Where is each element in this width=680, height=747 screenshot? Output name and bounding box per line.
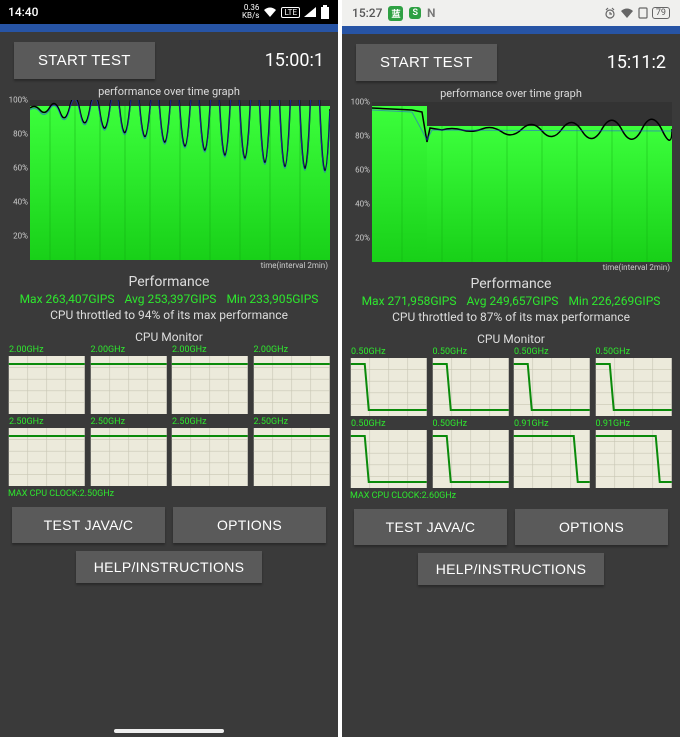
cpu-core-cell: 2.50GHz [8,418,86,486]
test-java-button[interactable]: TEST JAVA/C [354,509,507,545]
wifi-icon [620,7,634,19]
phone-right: 15:27 蓝 S N 79 START TEST 15:11: [342,0,680,737]
cpu-core-cell: 0.91GHz [513,420,591,488]
graph-title: performance over time graph [342,87,680,100]
performance-heading: Performance [0,274,338,290]
perf-chart-svg [372,102,672,262]
cpu-core-clock: 0.91GHz [514,419,549,429]
cpu-core-clock: 2.50GHz [172,417,207,427]
throttle-text: CPU throttled to 87% of its max performa… [342,310,680,324]
cpu-core-cell: 2.50GHz [171,418,249,486]
stat-max: Max 263,407GIPS [20,292,115,306]
cpu-core-cell: 0.50GHz [513,348,591,416]
statusbar-right: 15:27 蓝 S N 79 [342,0,680,26]
status-time: 15:27 [352,6,382,20]
throttle-text: CPU throttled to 94% of its max performa… [0,308,338,322]
performance-stats: Max 271,958GIPS Avg 249,657GIPS Min 226,… [342,294,680,308]
cpu-core-clock: 2.00GHz [91,345,126,355]
start-test-button[interactable]: START TEST [14,42,155,79]
cpu-core-cell: 2.50GHz [90,418,168,486]
screenshot-comparison: 14:40 0.36KB/s LTE START TEST [0,0,680,747]
options-button[interactable]: OPTIONS [173,507,326,543]
volte-icon [638,7,648,19]
timer-display: 15:00:1 [265,50,324,71]
cpu-core-clock: 0.50GHz [433,419,468,429]
cpu-core-clock: 0.50GHz [351,347,386,357]
cpu-core-cell: 0.50GHz [432,348,510,416]
status-badge-1: 蓝 [388,6,403,21]
cpu-core-cell: 2.50GHz [253,418,331,486]
start-test-button[interactable]: START TEST [356,44,497,81]
cpu-core-cell: 0.50GHz [350,420,428,488]
statusbar-left: 14:40 0.36KB/s LTE [0,0,338,24]
cpu-monitor-heading: CPU Monitor [342,332,680,346]
cpu-core-cell: 0.91GHz [595,420,673,488]
cpu-core-cell: 2.00GHz [90,346,168,414]
battery-level: 79 [652,7,670,19]
appbar [0,24,338,32]
cpu-grid-left: 2.00GHz 2.00GHz 2.00GHz 2.00GHz 2.50GHz 2.50G… [0,344,338,488]
stat-avg: Avg 249,657GIPS [466,294,558,308]
cpu-core-clock: 2.00GHz [9,345,44,355]
lte-icon: LTE [281,7,300,18]
xaxis-label: time(interval 2min) [350,263,670,272]
cpu-core-cell: 0.50GHz [350,348,428,416]
test-java-button[interactable]: TEST JAVA/C [12,507,165,543]
cpu-core-clock: 0.50GHz [433,347,468,357]
yaxis: 100% 80% 60% 40% 20% [350,102,372,272]
stat-max: Max 271,958GIPS [362,294,457,308]
cpu-core-clock: 0.50GHz [514,347,549,357]
phone-left: 14:40 0.36KB/s LTE START TEST [0,0,338,737]
alarm-icon [604,7,616,19]
appbar [342,26,680,34]
performance-stats: Max 263,407GIPS Avg 253,397GIPS Min 233,… [0,292,338,306]
net-rate: 0.36KB/s [242,4,259,20]
options-button[interactable]: OPTIONS [515,509,668,545]
cpu-core-clock: 2.50GHz [254,417,289,427]
cpu-core-cell: 2.00GHz [8,346,86,414]
stat-min: Min 226,269GIPS [568,294,660,308]
battery-icon [320,5,330,19]
cpu-core-clock: 2.00GHz [254,345,289,355]
cpu-core-cell: 0.50GHz [595,348,673,416]
home-indicator[interactable] [114,729,224,733]
cpu-core-clock: 2.50GHz [9,417,44,427]
help-button[interactable]: HELP/INSTRUCTIONS [418,553,605,585]
stat-avg: Avg 253,397GIPS [124,292,216,306]
status-n-label: N [427,6,436,20]
cpu-core-clock: 0.50GHz [351,419,386,429]
max-cpu-clock: MAX CPU CLOCK:2.50GHz [0,489,338,499]
cpu-core-cell: 2.00GHz [253,346,331,414]
stat-min: Min 233,905GIPS [226,292,318,306]
cpu-core-cell: 2.00GHz [171,346,249,414]
max-cpu-clock: MAX CPU CLOCK:2.60GHz [342,491,680,501]
cpu-grid-right: 0.50GHz 0.50GHz 0.50GHz 0.50GHz 0.50GHz 0.50G… [342,346,680,490]
cpu-core-clock: 2.50GHz [91,417,126,427]
timer-display: 15:11:2 [607,52,666,73]
cpu-core-cell: 0.50GHz [432,420,510,488]
graph-title: performance over time graph [0,85,338,98]
perf-chart-svg [30,100,330,260]
performance-graph-left: 100% 80% 60% 40% 20% [8,100,330,270]
cpu-core-clock: 0.91GHz [596,419,631,429]
cpu-core-clock: 2.00GHz [172,345,207,355]
wifi-icon [263,6,277,18]
status-time: 14:40 [8,5,38,19]
xaxis-label: time(interval 2min) [8,261,328,270]
signal-icon [304,7,316,17]
performance-heading: Performance [342,276,680,292]
performance-graph-right: 100% 80% 60% 40% 20% [350,102,672,272]
status-badge-2: S [409,7,421,19]
cpu-monitor-heading: CPU Monitor [0,330,338,344]
yaxis: 100% 80% 60% 40% 20% [8,100,30,270]
help-button[interactable]: HELP/INSTRUCTIONS [76,551,263,583]
cpu-core-clock: 0.50GHz [596,347,631,357]
